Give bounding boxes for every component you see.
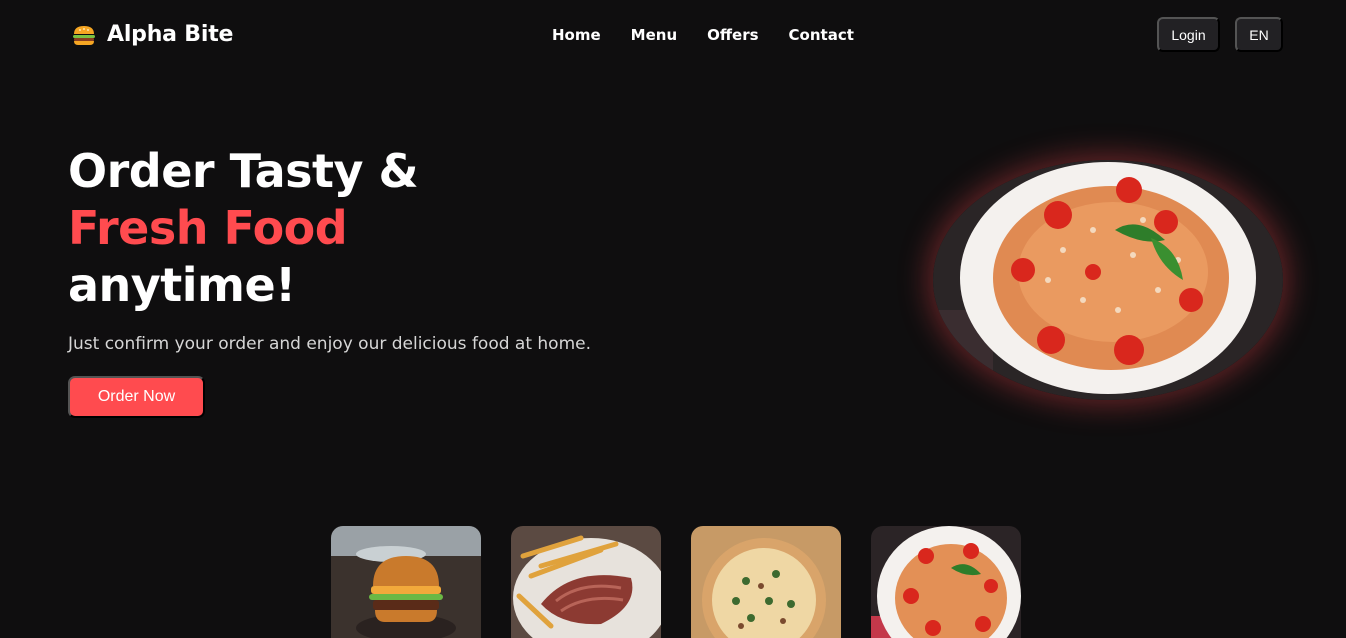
hero-title-highlight: Fresh Food: [68, 201, 348, 255]
brand-logo[interactable]: Alpha Bite: [72, 22, 233, 47]
food-gallery-section: [0, 486, 1346, 638]
login-button[interactable]: Login: [1157, 17, 1220, 52]
nav-link-contact[interactable]: Contact: [789, 26, 854, 44]
main-nav: Home Menu Offers Contact: [552, 26, 884, 44]
steak-fries-image[interactable]: [511, 526, 661, 638]
nav-link-offers[interactable]: Offers: [707, 26, 758, 44]
order-now-button[interactable]: Order Now: [68, 376, 205, 418]
pizza-image[interactable]: [691, 526, 841, 638]
burger-icon: [72, 24, 96, 46]
hero-subtitle: Just confirm your order and enjoy our de…: [68, 334, 592, 354]
pasta-dish-image: [933, 160, 1283, 400]
nav-link-menu[interactable]: Menu: [631, 26, 677, 44]
hero-title: Order Tasty & Fresh Food anytime!: [68, 143, 419, 314]
hero-title-line1: Order Tasty &: [68, 144, 419, 198]
brand-name: Alpha Bite: [107, 22, 234, 47]
nav-link-home[interactable]: Home: [552, 26, 601, 44]
hero-title-line3: anytime!: [68, 258, 296, 312]
language-button[interactable]: EN: [1235, 17, 1283, 52]
navbar: Alpha Bite Home Menu Offers Contact Logi…: [0, 0, 1346, 70]
burger-image[interactable]: [331, 526, 481, 638]
pasta-image[interactable]: [871, 526, 1021, 638]
